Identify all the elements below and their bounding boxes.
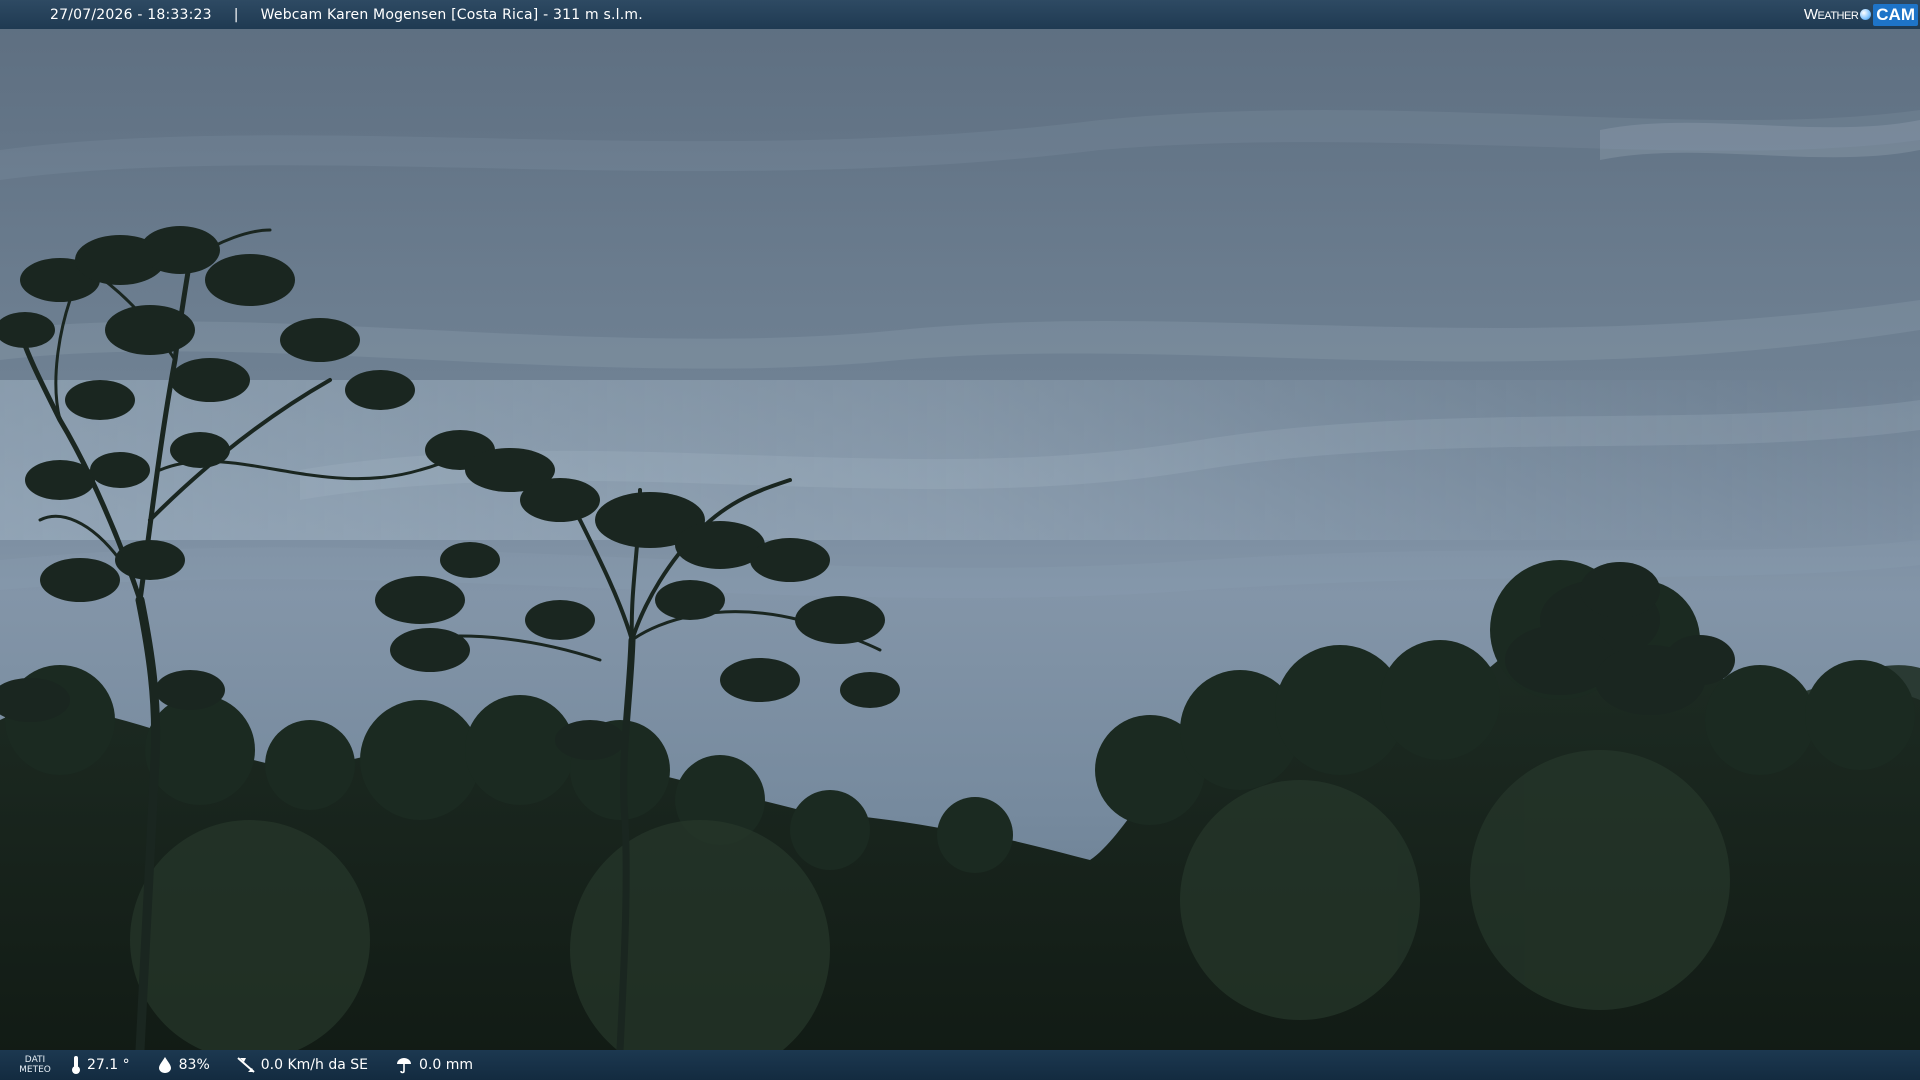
wind-vane-icon bbox=[237, 1057, 255, 1073]
humidity-drop-icon bbox=[158, 1057, 171, 1073]
webcam-frame: 27/07/2026 - 18:33:23 | Webcam Karen Mog… bbox=[0, 0, 1920, 1080]
brand-cam-text: CAM bbox=[1873, 3, 1918, 26]
temperature-value: 27.1 ° bbox=[87, 1057, 130, 1073]
meteo-label: METEO bbox=[19, 1065, 51, 1075]
dati-label: DATI bbox=[24, 1055, 46, 1065]
weathercam-logo[interactable]: Weather CAM bbox=[1804, 1, 1918, 28]
header-bar: 27/07/2026 - 18:33:23 | Webcam Karen Mog… bbox=[0, 0, 1920, 29]
rain-gauge-icon bbox=[396, 1058, 411, 1074]
temperature-stat: 27.1 ° bbox=[70, 1055, 130, 1075]
header-separator: | bbox=[233, 6, 239, 23]
brand-weather-text: Weather bbox=[1803, 6, 1859, 23]
thermometer-icon bbox=[72, 1056, 80, 1074]
webcam-image bbox=[0, 0, 1920, 1080]
wind-value: 0.0 Km/h da SE bbox=[260, 1057, 368, 1073]
dati-meteo-label: DATI METEO bbox=[0, 1055, 70, 1075]
rain-stat: 0.0 mm bbox=[394, 1056, 473, 1074]
webcam-title: Webcam Karen Mogensen [Costa Rica] - 311… bbox=[260, 6, 643, 23]
wind-stat: 0.0 Km/h da SE bbox=[236, 1056, 368, 1074]
timestamp: 27/07/2026 - 18:33:23 bbox=[50, 6, 212, 23]
humidity-stat: 83% bbox=[156, 1056, 210, 1074]
weather-data-bar: DATI METEO 27.1 ° 83% 0.0 Km/h da SE 0.0… bbox=[0, 1050, 1920, 1080]
rain-value: 0.0 mm bbox=[418, 1057, 473, 1073]
humidity-value: 83% bbox=[178, 1057, 210, 1073]
brand-globe-icon bbox=[1860, 9, 1872, 20]
